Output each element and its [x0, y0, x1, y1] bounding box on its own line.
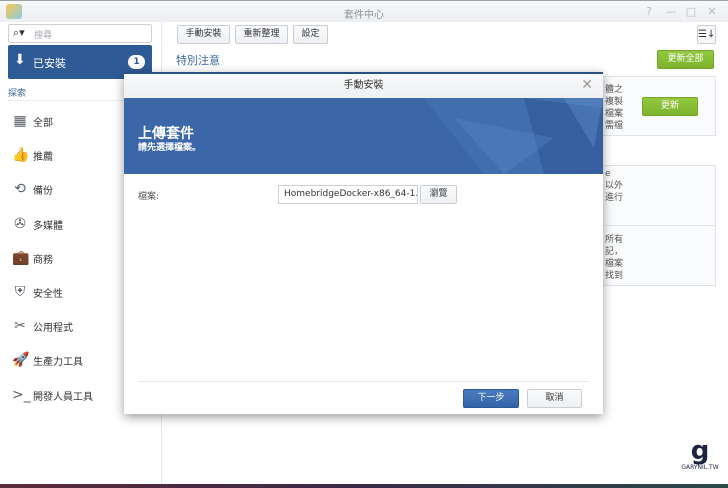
- next-button[interactable]: 下一步: [463, 389, 519, 408]
- film-reel-icon: ✇: [14, 215, 26, 232]
- card-text-line: 檔案: [605, 259, 624, 269]
- sidebar-item-label: 多媒體: [33, 220, 63, 232]
- card-text-line: 複製: [605, 97, 624, 107]
- shield-icon: ⛨: [14, 284, 26, 300]
- maximize-icon[interactable]: □: [684, 5, 698, 18]
- update-all-button[interactable]: 更新全部: [657, 50, 714, 69]
- card-text-line: e: [605, 169, 611, 179]
- backup-icon: ⟲: [14, 181, 26, 198]
- card-text-line: 記，: [605, 247, 624, 257]
- installed-count-badge: 1: [128, 55, 145, 69]
- explore-section-label: 探索: [8, 89, 27, 99]
- cancel-button[interactable]: 取消: [527, 389, 582, 408]
- grid-icon: ▦: [13, 113, 27, 129]
- manual-install-dialog: 手動安裝 ✕ 上傳套件 請先選擇檔案。 檔案: HomebridgeDocker…: [124, 72, 603, 414]
- help-icon[interactable]: ?: [642, 5, 656, 18]
- rocket-icon: 🚀: [12, 352, 30, 369]
- card-text-line: 進行: [605, 193, 624, 203]
- sidebar-item-label: 商務: [33, 254, 53, 266]
- desktop-background-strip: [0, 484, 728, 488]
- watermark-logo: g GARYNIL.TW: [680, 438, 720, 482]
- card-text-line: 體之: [605, 85, 624, 95]
- sidebar-item-label: 推薦: [33, 152, 53, 164]
- file-path-input[interactable]: HomebridgeDocker-x86_64-1.0: [278, 185, 418, 204]
- sidebar-item-label: 開發人員工具: [33, 391, 93, 403]
- search-icon: ⌕▾: [13, 26, 25, 39]
- divider: [138, 381, 589, 382]
- window-title: 套件中心: [344, 10, 384, 21]
- sidebar-item-label: 安全性: [33, 289, 63, 300]
- sidebar-item-label: 已安裝: [33, 57, 66, 70]
- refresh-button[interactable]: 重新整理: [235, 25, 288, 44]
- notice-title: 特別注意: [176, 54, 220, 67]
- card-text-line: 所有: [605, 235, 624, 245]
- search-input[interactable]: ⌕▾ 搜尋: [8, 24, 152, 43]
- sidebar-item-label: 生產力工具: [33, 357, 83, 369]
- sidebar-item-label: 公用程式: [33, 323, 73, 335]
- browse-button[interactable]: 瀏覽: [420, 185, 457, 204]
- dialog-banner: 上傳套件 請先選擇檔案。: [124, 98, 603, 174]
- sort-icon: ☰↓: [698, 29, 716, 40]
- card-text-line: 檔案: [605, 109, 624, 119]
- manual-install-button[interactable]: 手動安裝: [177, 25, 230, 44]
- dialog-title: 手動安裝: [124, 74, 603, 98]
- tools-icon: ✂: [14, 318, 26, 335]
- dialog-close-icon[interactable]: ✕: [581, 77, 593, 93]
- search-placeholder: 搜尋: [34, 31, 53, 41]
- settings-button[interactable]: 設定: [293, 25, 328, 44]
- update-button[interactable]: 更新: [642, 97, 698, 116]
- sort-button[interactable]: ☰↓: [697, 25, 716, 44]
- briefcase-icon: 💼: [12, 249, 30, 266]
- file-label: 檔案:: [138, 192, 160, 202]
- banner-subtitle: 請先選擇檔案。: [138, 143, 202, 153]
- title-bar: 套件中心 ? — □ ✕: [0, 0, 728, 22]
- banner-polygon-pattern: [424, 98, 603, 174]
- card-text-line: 找到: [605, 271, 624, 281]
- logo-glyph: g: [690, 436, 710, 466]
- thumbs-up-icon: 👍: [12, 147, 30, 164]
- close-icon[interactable]: ✕: [705, 5, 719, 18]
- card-text-line: 需檔: [605, 121, 624, 131]
- watermark-text: GARYNIL.TW: [681, 464, 719, 471]
- minimize-icon[interactable]: —: [664, 5, 678, 18]
- download-icon: ⬇: [14, 52, 26, 68]
- card-text-line: 以外: [605, 181, 624, 191]
- sidebar-item-label: 備份: [33, 186, 53, 198]
- terminal-icon: >_: [12, 386, 31, 403]
- sidebar-item-label: 全部: [33, 118, 53, 129]
